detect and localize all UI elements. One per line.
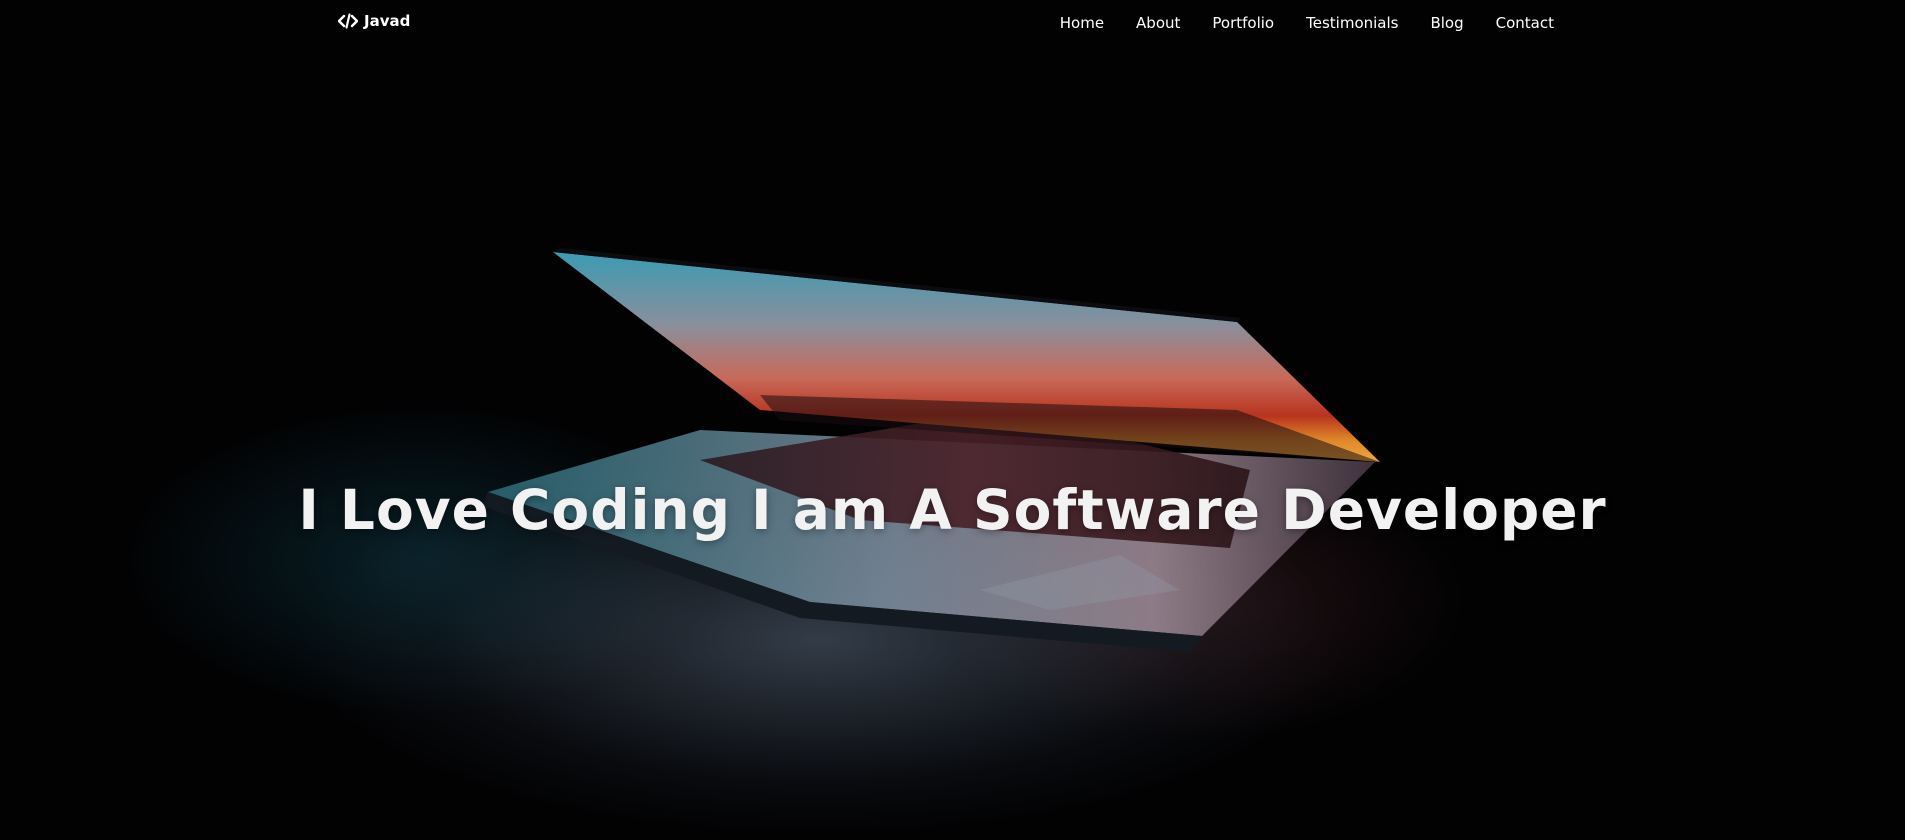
nav-item-about: About: [1136, 13, 1180, 32]
brand-link[interactable]: Javad: [338, 12, 410, 30]
nav-link-blog[interactable]: Blog: [1430, 14, 1463, 32]
navbar: Javad Home About Portfolio Testimonials …: [0, 0, 1905, 46]
laptop-photo: [482, 248, 1380, 652]
nav-link-contact[interactable]: Contact: [1496, 14, 1554, 32]
nav-links: Home About Portfolio Testimonials Blog C…: [1060, 13, 1554, 32]
nav-link-home[interactable]: Home: [1060, 14, 1104, 32]
brand-name: Javad: [364, 12, 411, 30]
nav-link-portfolio[interactable]: Portfolio: [1212, 14, 1274, 32]
code-icon: [338, 13, 358, 29]
nav-item-blog: Blog: [1430, 13, 1463, 32]
nav-item-portfolio: Portfolio: [1212, 13, 1274, 32]
nav-item-testimonials: Testimonials: [1306, 13, 1398, 32]
nav-item-home: Home: [1060, 13, 1104, 32]
nav-link-about[interactable]: About: [1136, 14, 1180, 32]
nav-item-contact: Contact: [1496, 13, 1554, 32]
hero-headline: I Love Coding I am A Software Developer: [298, 478, 1607, 542]
nav-link-testimonials[interactable]: Testimonials: [1306, 14, 1398, 32]
hero-section: Javad Home About Portfolio Testimonials …: [0, 0, 1905, 840]
